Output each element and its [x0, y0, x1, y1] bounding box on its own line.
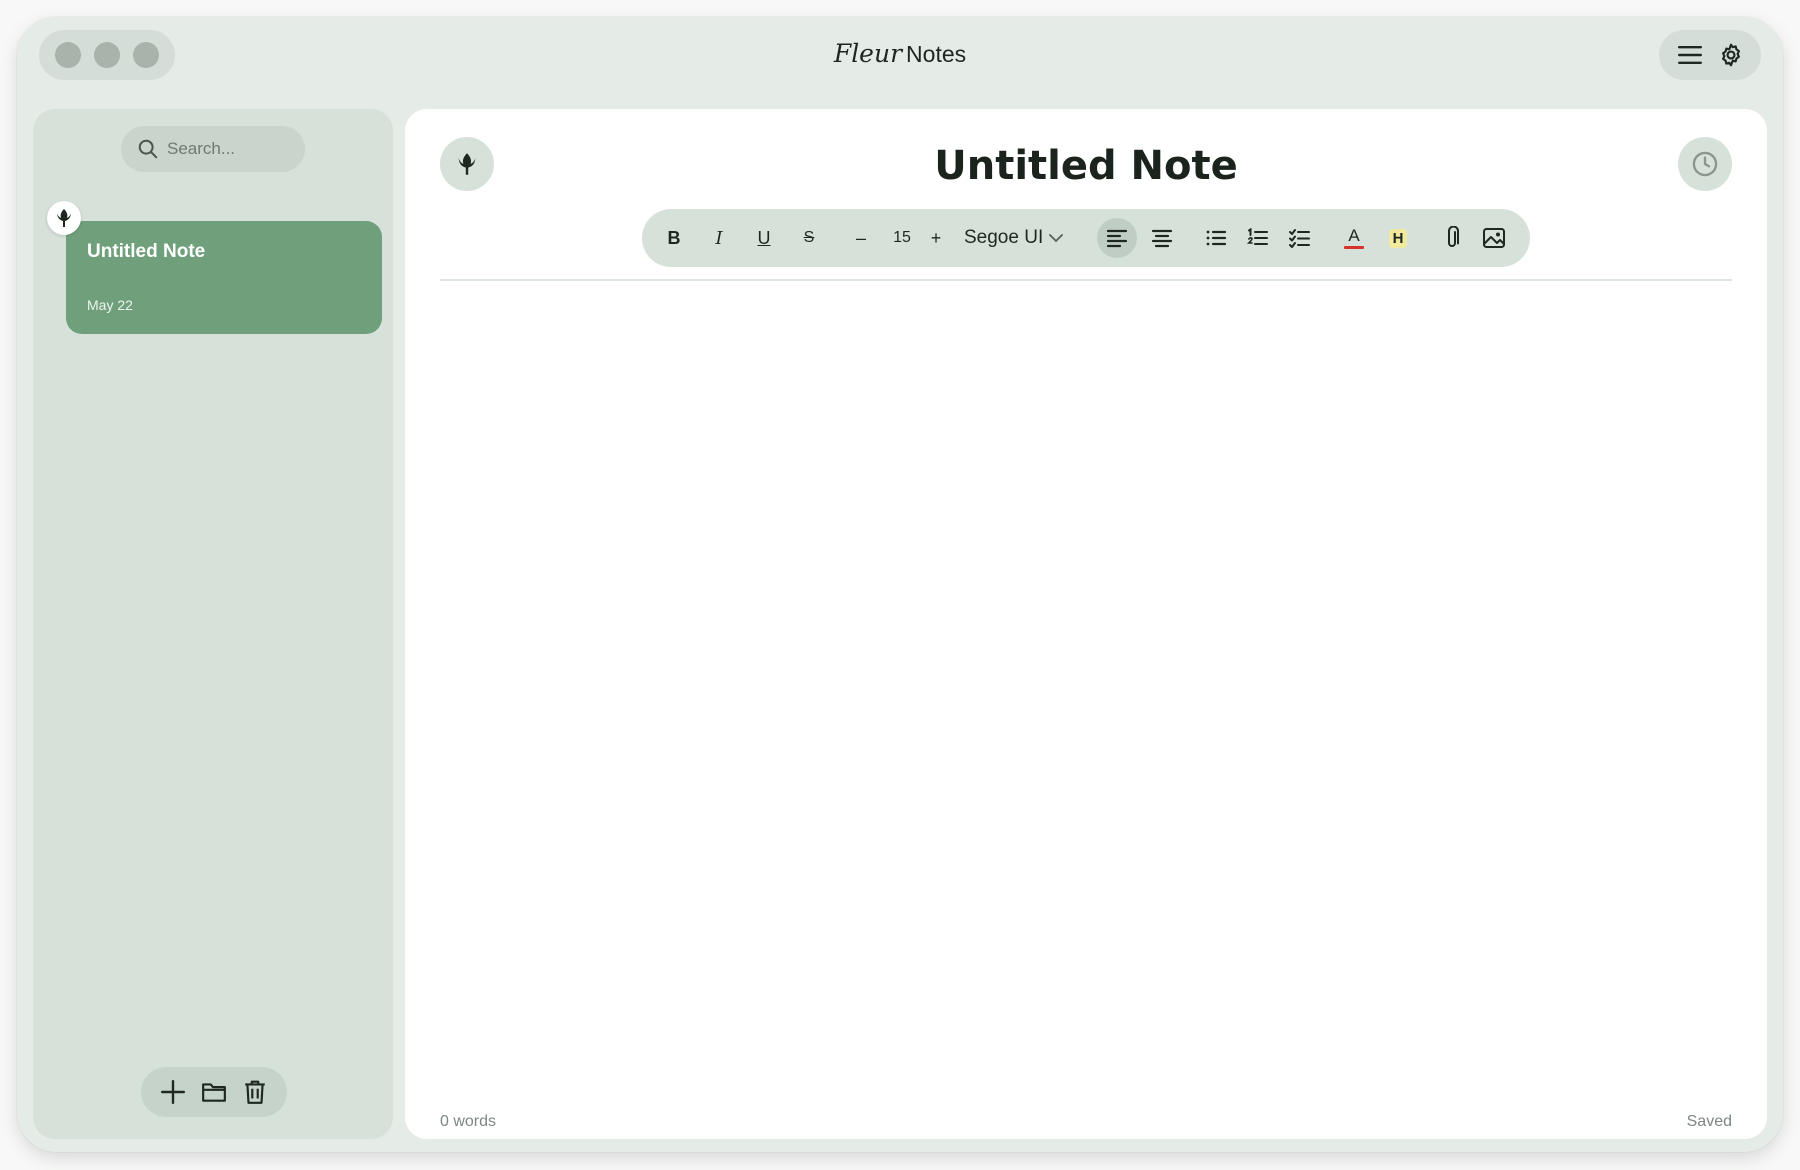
- delete-note-button[interactable]: [238, 1075, 272, 1109]
- toolbar-divider: [440, 279, 1732, 281]
- increase-font-size-button[interactable]: +: [916, 218, 956, 258]
- app-window: FleurNotes Untitled Note: [17, 17, 1783, 1152]
- align-left-button[interactable]: [1097, 218, 1137, 258]
- numbered-list-icon: [1247, 228, 1268, 245]
- sidebar: Untitled Note May 22: [33, 109, 393, 1139]
- font-family-value: Segoe UI: [964, 227, 1044, 248]
- text-color-swatch: [1344, 246, 1364, 249]
- lotus-icon: [57, 209, 71, 227]
- new-folder-button[interactable]: [197, 1075, 231, 1109]
- search-icon: [138, 139, 158, 159]
- formatting-toolbar: B I U S – 15 + Segoe UI A H: [642, 209, 1530, 267]
- search-input[interactable]: [167, 139, 297, 159]
- font-family-select[interactable]: Segoe UI: [964, 218, 1072, 258]
- align-center-icon: [1151, 229, 1173, 248]
- editor-panel: Untitled Note B I U S – 15 + Segoe UI A …: [405, 109, 1767, 1139]
- text-color-button[interactable]: A: [1334, 218, 1374, 258]
- top-actions: [1659, 30, 1761, 80]
- bullet-list-button[interactable]: [1196, 218, 1236, 258]
- align-center-button[interactable]: [1142, 218, 1182, 258]
- insert-image-button[interactable]: [1474, 218, 1514, 258]
- note-list-item[interactable]: Untitled Note May 22: [66, 221, 382, 334]
- new-note-button[interactable]: [156, 1075, 190, 1109]
- note-badge: [47, 201, 81, 235]
- font-size-value[interactable]: 15: [887, 218, 917, 258]
- app-title-script: Fleur: [833, 39, 903, 68]
- save-status: Saved: [1686, 1113, 1732, 1130]
- checklist-button[interactable]: [1280, 218, 1320, 258]
- decrease-font-size-button[interactable]: –: [841, 218, 881, 258]
- note-item-title: Untitled Note: [87, 241, 206, 262]
- app-title-plain: Notes: [906, 41, 967, 67]
- history-button[interactable]: [1678, 137, 1732, 191]
- note-title[interactable]: Untitled Note: [405, 143, 1767, 189]
- bold-button[interactable]: B: [654, 218, 694, 258]
- note-body-editor[interactable]: [440, 295, 1732, 1089]
- highlight-button[interactable]: H: [1378, 218, 1418, 258]
- highlight-label: H: [1388, 228, 1408, 248]
- italic-button[interactable]: I: [699, 218, 739, 258]
- checklist-icon: [1289, 229, 1310, 248]
- attach-file-button[interactable]: [1432, 218, 1472, 258]
- numbered-list-button[interactable]: [1238, 218, 1278, 258]
- folder-icon: [202, 1083, 226, 1102]
- word-count: 0 words: [440, 1113, 497, 1130]
- note-item-date: May 22: [87, 297, 133, 313]
- menu-icon: [1677, 46, 1702, 64]
- bullet-list-icon: [1206, 230, 1227, 246]
- paperclip-icon: [1448, 226, 1459, 247]
- image-icon: [1483, 228, 1505, 248]
- app-title: Fleur Notes: [17, 39, 1783, 68]
- gear-icon: [1721, 43, 1740, 67]
- search-box: [121, 126, 305, 172]
- align-left-icon: [1106, 229, 1128, 248]
- clock-icon: [1692, 151, 1718, 177]
- underline-button[interactable]: U: [744, 218, 784, 258]
- chevron-down-icon: [1049, 234, 1064, 243]
- text-color-label: A: [1348, 226, 1360, 245]
- settings-button[interactable]: [1715, 39, 1747, 71]
- menu-button[interactable]: [1674, 39, 1706, 71]
- plus-icon: [161, 1079, 186, 1105]
- sidebar-actions: [141, 1067, 287, 1117]
- trash-icon: [244, 1080, 265, 1104]
- strikethrough-button[interactable]: S: [789, 218, 829, 258]
